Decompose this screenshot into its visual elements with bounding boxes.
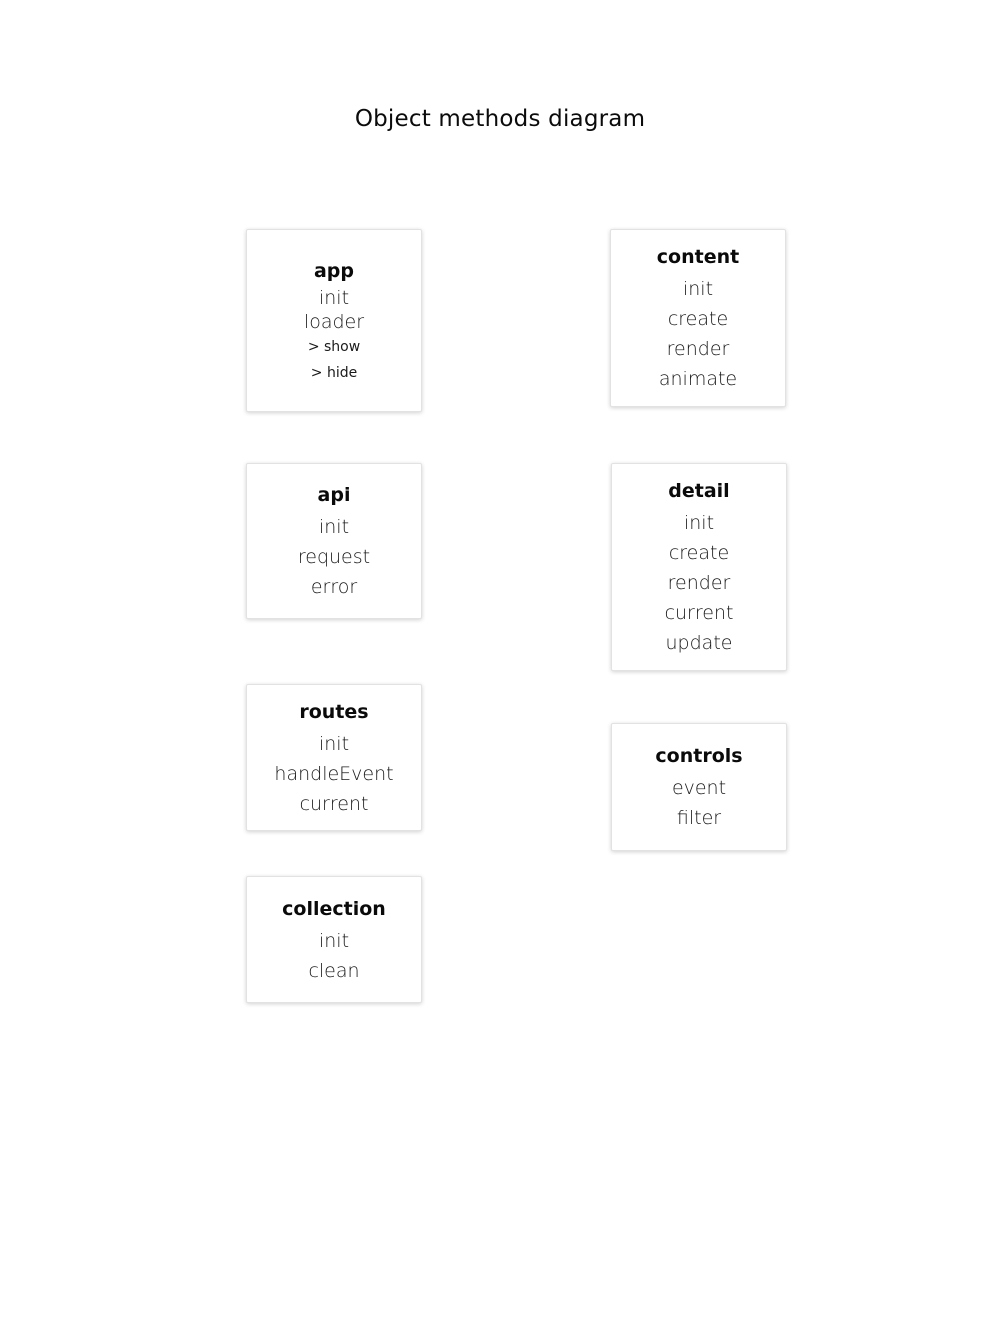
method-item: current [664,602,734,624]
object-title: api [317,484,351,506]
method-item: create [668,542,730,564]
method-item: update [665,632,733,654]
method-item: render [667,572,731,594]
object-title: controls [655,745,743,767]
object-card-routes: routes init handleEvent current [246,684,422,831]
method-item: current [299,792,369,815]
method-item: init [318,516,350,538]
method-item: handleEvent [274,762,394,785]
method-item: animate [658,368,738,390]
object-card-app: app init loader > show > hide [246,229,422,412]
method-item: init [318,732,350,755]
method-item: init [318,286,350,309]
submethod-item: > show [307,338,361,355]
object-card-detail: detail init create render current update [611,463,787,671]
object-title: detail [668,480,730,502]
diagram-title: Object methods diagram [354,106,646,132]
method-item: clean [308,959,360,982]
method-item: render [666,338,730,360]
object-card-content: content init create render animate [610,229,786,407]
object-card-collection: collection init clean [246,876,422,1003]
method-item: loader [303,310,365,333]
method-item: filter [676,807,722,829]
method-item: init [682,278,714,300]
object-title: app [313,259,355,282]
method-item: error [310,576,358,598]
submethod-item: > hide [310,364,358,381]
object-title: routes [299,700,369,723]
method-item: event [671,777,727,799]
method-item: request [297,546,371,568]
object-card-api: api init request error [246,463,422,619]
object-card-controls: controls event filter [611,723,787,851]
method-item: init [683,512,715,534]
method-item: init [318,929,350,952]
object-title: collection [282,897,386,920]
method-item: create [667,308,729,330]
object-title: content [656,246,740,268]
